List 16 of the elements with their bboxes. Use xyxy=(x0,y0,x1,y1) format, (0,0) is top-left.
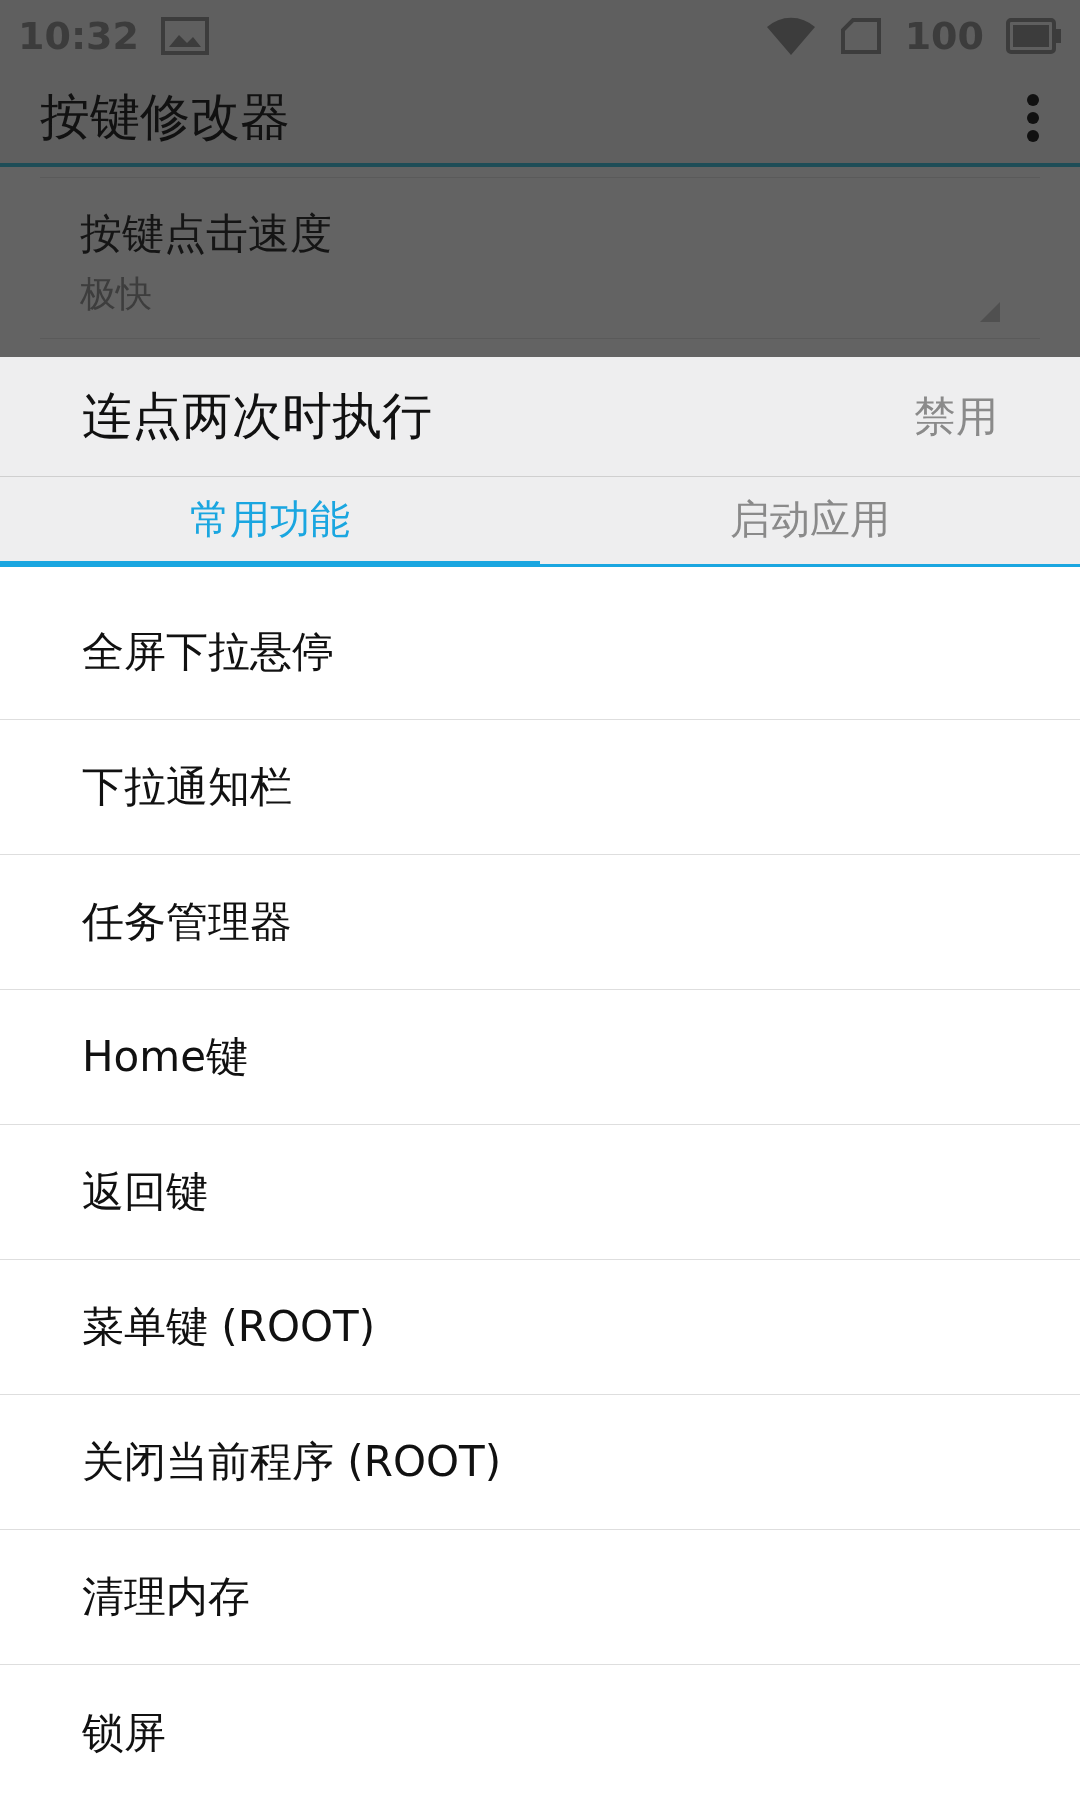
sim-card-icon xyxy=(838,15,883,56)
list-item[interactable]: 返回键 xyxy=(0,1125,1080,1260)
list-item[interactable]: 任务管理器 xyxy=(0,855,1080,990)
list-item[interactable]: 菜单键 (ROOT) xyxy=(0,1260,1080,1395)
list-item[interactable]: 清理内存 xyxy=(0,1530,1080,1665)
app-title: 按键修改器 xyxy=(40,87,291,149)
list-item[interactable]: 全屏下拉悬停 xyxy=(0,585,1080,720)
battery-icon xyxy=(1006,17,1062,54)
list-item[interactable]: Home键 xyxy=(0,990,1080,1125)
more-menu-icon[interactable] xyxy=(1026,92,1040,143)
list-item[interactable]: 下拉通知栏 xyxy=(0,720,1080,855)
dialog-title: 连点两次时执行 xyxy=(82,386,433,447)
preference-title: 按键点击速度 xyxy=(80,208,332,261)
list-item[interactable]: 关闭当前程序 (ROOT) xyxy=(0,1395,1080,1530)
image-icon xyxy=(160,16,209,55)
list-item[interactable]: 锁屏 xyxy=(0,1665,1080,1800)
